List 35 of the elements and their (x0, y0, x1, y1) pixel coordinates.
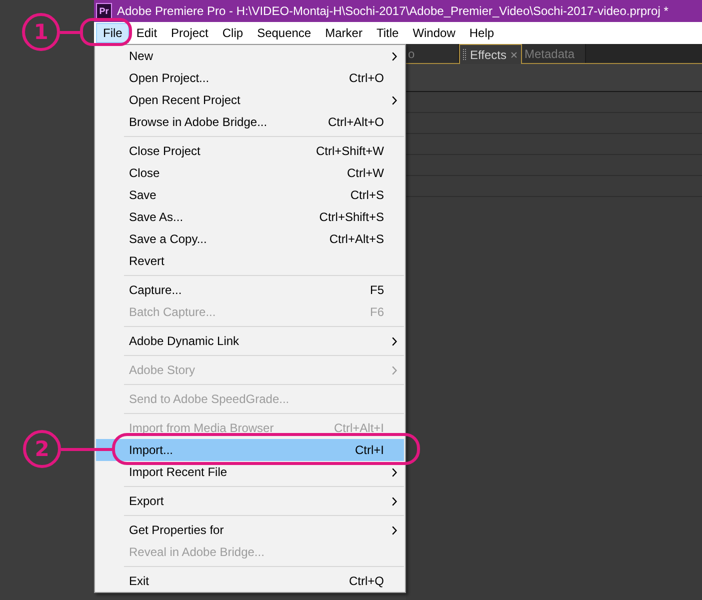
menu-item[interactable]: Exit Ctrl+Q (96, 570, 404, 592)
window-title: Adobe Premiere Pro - H:\VIDEO-Montaj-H\Sochi-2017\Adobe_Premier_Video\Sochi-2017-video.prproj * (117, 4, 668, 18)
menu-bar-item[interactable]: Project (164, 23, 216, 43)
menu-bar-item[interactable]: Help (462, 23, 502, 43)
menu-bar-item[interactable]: Clip (215, 23, 250, 43)
step-number: 1 (22, 13, 60, 51)
menu-item[interactable]: Import Recent File (96, 461, 404, 483)
panel-tab[interactable]: Effects (459, 44, 522, 64)
menu-item[interactable]: Browse in Adobe Bridge... Ctrl+Alt+O (96, 111, 404, 133)
menu-item[interactable]: Import... Ctrl+I (96, 439, 404, 461)
menu-item[interactable]: Open Recent Project (96, 89, 404, 111)
leader-line (61, 448, 112, 451)
leader-line (60, 31, 80, 34)
menu-item[interactable]: Save a Copy... Ctrl+Alt+S (96, 228, 404, 250)
close-icon[interactable] (511, 52, 518, 58)
menu-item[interactable]: Get Properties for (96, 519, 404, 541)
menu-bar-item[interactable]: Title (369, 23, 406, 43)
menu-item[interactable]: Save As... Ctrl+Shift+S (96, 206, 404, 228)
menu-item[interactable]: New (96, 45, 404, 67)
menu-item[interactable]: Save Ctrl+S (96, 184, 404, 206)
menu-item[interactable]: Close Ctrl+W (96, 162, 404, 184)
menu-item[interactable]: Capture... F5 (96, 279, 404, 301)
menu-item[interactable]: Adobe Dynamic Link (96, 330, 404, 352)
menu-bar-item[interactable]: Sequence (250, 23, 318, 43)
menu-bar-item[interactable]: Window (406, 23, 462, 43)
menu-item[interactable]: Export (96, 490, 404, 512)
menu-bar-item[interactable]: Edit (129, 23, 164, 43)
menu-item[interactable]: Close Project Ctrl+Shift+W (96, 140, 404, 162)
step-number: 2 (23, 430, 61, 468)
menu-bar-item[interactable]: Marker (318, 23, 370, 43)
highlight-outline (80, 18, 132, 46)
menu-bar-item[interactable]: File (96, 23, 130, 43)
menu-item[interactable]: Open Project... Ctrl+O (96, 67, 404, 89)
menu-item[interactable]: Revert (96, 250, 404, 272)
app-logo: Pr (96, 3, 112, 19)
